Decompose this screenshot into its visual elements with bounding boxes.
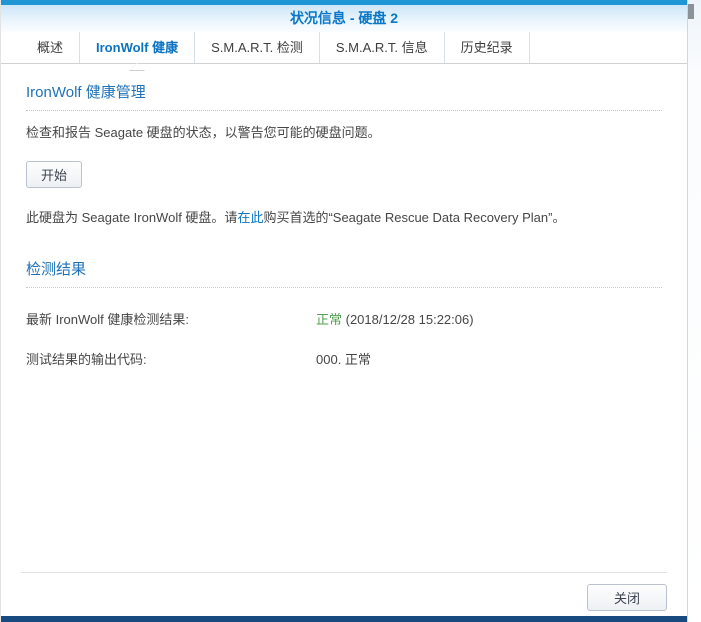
tab-history[interactable]: 历史纪录 — [445, 32, 530, 63]
window-right-edge — [687, 0, 701, 622]
tab-ironwolf-health[interactable]: IronWolf 健康 — [80, 32, 195, 63]
tab-label: IronWolf 健康 — [96, 40, 178, 55]
tab-bar: 概述 IronWolf 健康 S.M.A.R.T. 检测 S.M.A.R.T. … — [1, 32, 687, 64]
dialog-titlebar[interactable]: 状况信息 - 硬盘 2 — [1, 5, 687, 32]
tab-smart-test[interactable]: S.M.A.R.T. 检测 — [195, 32, 320, 63]
test-results-section-title: 检测结果 — [26, 258, 662, 288]
promo-text-prefix: 此硬盘为 Seagate IronWolf 硬盘。请 — [26, 210, 237, 225]
output-code-label: 测试结果的输出代码: — [26, 349, 316, 368]
tab-smart-info[interactable]: S.M.A.R.T. 信息 — [320, 32, 445, 63]
tab-label: 概述 — [37, 40, 63, 55]
tab-content: IronWolf 健康管理 检查和报告 Seagate 硬盘的状态，以警告您可能… — [1, 81, 687, 368]
dialog-footer: 关闭 — [21, 572, 667, 611]
buy-here-link[interactable]: 在此 — [237, 210, 263, 225]
health-management-section-title: IronWolf 健康管理 — [26, 81, 662, 111]
promo-text-suffix: 购买首选的“Seagate Rescue Data Recovery Plan”… — [263, 210, 565, 225]
tab-overview[interactable]: 概述 — [21, 32, 80, 63]
close-button[interactable]: 关闭 — [587, 584, 667, 611]
latest-result-label: 最新 IronWolf 健康检测结果: — [26, 309, 316, 328]
status-badge: 正常 — [316, 312, 342, 327]
scrollbar-thumb[interactable] — [688, 4, 694, 19]
tab-label: S.M.A.R.T. 信息 — [336, 40, 428, 55]
health-description: 检查和报告 Seagate 硬盘的状态，以警告您可能的硬盘问题。 — [26, 124, 662, 142]
window-bottom-accent-strip — [1, 616, 688, 622]
output-code-value: 000. 正常 — [316, 352, 371, 367]
start-button[interactable]: 开始 — [26, 161, 82, 188]
tab-label: S.M.A.R.T. 检测 — [211, 40, 303, 55]
screen: 状况信息 - 硬盘 2 概述 IronWolf 健康 S.M.A.R.T. 检测… — [0, 0, 701, 622]
tab-label: 历史纪录 — [461, 40, 513, 55]
latest-result-timestamp: (2018/12/28 15:22:06) — [342, 312, 474, 327]
output-code-row: 测试结果的输出代码:000. 正常 — [26, 349, 662, 368]
rescue-plan-promo: 此硬盘为 Seagate IronWolf 硬盘。请在此购买首选的“Seagat… — [26, 209, 662, 227]
dialog-title: 状况信息 - 硬盘 2 — [290, 10, 398, 26]
latest-result-row: 最新 IronWolf 健康检测结果:正常 (2018/12/28 15:22:… — [26, 309, 662, 328]
status-info-dialog: 状况信息 - 硬盘 2 概述 IronWolf 健康 S.M.A.R.T. 检测… — [0, 0, 687, 622]
